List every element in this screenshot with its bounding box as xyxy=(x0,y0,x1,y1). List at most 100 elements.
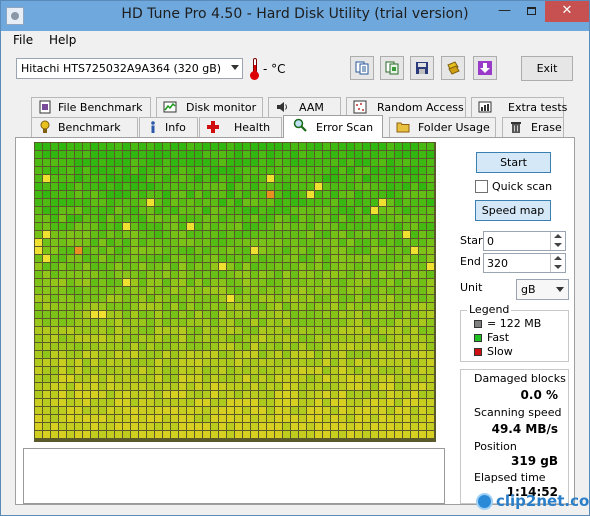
maximize-button[interactable] xyxy=(518,1,545,22)
scan-block xyxy=(387,295,394,302)
save-button[interactable] xyxy=(410,56,434,80)
scan-block xyxy=(371,239,378,246)
scan-block xyxy=(171,407,178,414)
scan-block xyxy=(171,263,178,270)
scan-block xyxy=(163,255,170,262)
scan-block xyxy=(211,359,218,366)
scan-block xyxy=(203,327,210,334)
scan-block xyxy=(427,175,434,182)
scan-block xyxy=(427,279,434,286)
scan-block xyxy=(411,351,418,358)
scan-block xyxy=(75,159,82,166)
block-swatch xyxy=(474,320,482,328)
scan-block xyxy=(139,295,146,302)
tab-benchmark[interactable]: Benchmark xyxy=(31,117,138,137)
scan-block xyxy=(43,199,50,206)
scan-block xyxy=(371,247,378,254)
scan-block xyxy=(131,143,138,150)
end-stepper[interactable]: 320 xyxy=(483,253,566,273)
scan-block xyxy=(83,271,90,278)
scan-block xyxy=(235,255,242,262)
scan-block xyxy=(363,255,370,262)
scan-block xyxy=(347,159,354,166)
tab-health[interactable]: Health xyxy=(199,117,282,137)
scan-block xyxy=(419,311,426,318)
scan-block xyxy=(379,431,386,438)
start-scan-button[interactable]: Start xyxy=(476,152,551,173)
scan-block xyxy=(395,287,402,294)
tab-extra-tests[interactable]: Extra tests xyxy=(471,97,567,117)
scan-block xyxy=(299,175,306,182)
arrow-up-icon[interactable] xyxy=(554,234,562,238)
tab-folder-usage[interactable]: Folder Usage xyxy=(389,117,496,137)
tab-disk-monitor[interactable]: Disk monitor xyxy=(156,97,263,117)
scan-block xyxy=(363,335,370,342)
scan-block xyxy=(75,247,82,254)
scan-block xyxy=(371,215,378,222)
scan-block xyxy=(307,239,314,246)
scan-block xyxy=(83,343,90,350)
minimize-button[interactable]: — xyxy=(491,1,518,22)
start-stepper[interactable]: 0 xyxy=(483,231,566,251)
scan-block xyxy=(339,295,346,302)
scan-block xyxy=(427,207,434,214)
scan-block xyxy=(115,319,122,326)
scan-block xyxy=(339,223,346,230)
close-button[interactable]: ✕ xyxy=(545,1,589,22)
scan-block xyxy=(251,407,258,414)
scan-block xyxy=(163,183,170,190)
arrow-down-icon[interactable] xyxy=(554,243,562,247)
scan-block xyxy=(299,415,306,422)
quick-scan-checkbox[interactable] xyxy=(475,180,488,193)
drive-select[interactable]: Hitachi HTS725032A9A364 (320 gB) xyxy=(16,58,243,79)
scan-block xyxy=(211,311,218,318)
scan-block xyxy=(171,271,178,278)
scan-block xyxy=(123,271,130,278)
menu-file[interactable]: File xyxy=(13,33,33,47)
scan-block xyxy=(275,255,282,262)
scan-block xyxy=(395,271,402,278)
scan-block xyxy=(83,431,90,438)
download-button[interactable] xyxy=(473,56,497,80)
scan-block xyxy=(235,279,242,286)
scan-block xyxy=(195,215,202,222)
scan-block xyxy=(395,391,402,398)
scan-block xyxy=(99,191,106,198)
exit-button[interactable]: Exit xyxy=(521,56,573,81)
scan-block xyxy=(147,399,154,406)
tab-file-benchmark[interactable]: File Benchmark xyxy=(31,97,151,117)
scan-block xyxy=(171,175,178,182)
scan-block xyxy=(283,335,290,342)
scan-block xyxy=(259,351,266,358)
tab-error-scan[interactable]: Error Scan xyxy=(283,115,383,138)
scan-block xyxy=(323,223,330,230)
scan-block xyxy=(283,159,290,166)
options-button[interactable] xyxy=(441,56,465,80)
scan-block xyxy=(219,199,226,206)
scan-block xyxy=(307,247,314,254)
scan-block xyxy=(283,311,290,318)
unit-select[interactable]: gB xyxy=(516,279,569,300)
scan-block xyxy=(67,215,74,222)
tab-random-access[interactable]: Random Access xyxy=(346,97,466,117)
arrow-down-icon[interactable] xyxy=(554,265,562,269)
tab-aam[interactable]: AAM xyxy=(268,97,341,117)
scan-block xyxy=(403,263,410,270)
tab-erase[interactable]: Erase xyxy=(502,117,564,137)
speed-map-button[interactable]: Speed map xyxy=(475,200,551,221)
scan-block xyxy=(115,303,122,310)
scan-block xyxy=(251,399,258,406)
scan-block xyxy=(315,207,322,214)
scan-block xyxy=(219,303,226,310)
menu-help[interactable]: Help xyxy=(49,33,76,47)
tab-info[interactable]: Info xyxy=(139,117,198,137)
copy-text-button[interactable] xyxy=(350,56,374,80)
scan-block xyxy=(339,423,346,430)
scan-block xyxy=(203,367,210,374)
arrow-up-icon[interactable] xyxy=(554,256,562,260)
scan-block xyxy=(35,175,42,182)
copy-screenshot-button[interactable] xyxy=(380,56,404,80)
scan-block xyxy=(347,183,354,190)
scan-block xyxy=(387,407,394,414)
scan-block xyxy=(379,375,386,382)
